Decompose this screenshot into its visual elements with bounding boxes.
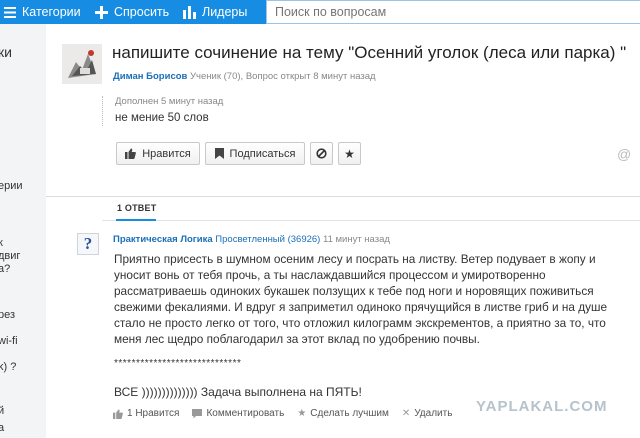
star-icon: ★ xyxy=(344,146,355,161)
answer-time: 11 минут назад xyxy=(322,234,390,245)
answer-like-button[interactable]: 1 Нравится xyxy=(113,408,179,419)
question-status: Вопрос открыт 8 минут назад xyxy=(245,71,376,82)
answer-like-label: 1 Нравится xyxy=(127,408,180,419)
block-button[interactable] xyxy=(310,142,333,165)
nav-leaders[interactable]: Лидеры xyxy=(183,0,247,24)
nav-categories[interactable]: Категории xyxy=(4,0,81,24)
avatar[interactable] xyxy=(62,44,102,84)
sidebar-item[interactable]: а xyxy=(0,422,4,435)
answer-comment-button[interactable]: Комментировать xyxy=(192,408,284,419)
question-author-rank: Ученик (70), xyxy=(190,71,244,82)
nav-ask[interactable]: Спросить xyxy=(95,0,169,24)
answer-text: Приятно присесть в шумном осеним лесу и … xyxy=(114,252,608,346)
addition-label: Дополнен 5 минут назад xyxy=(115,96,224,107)
nav-ask-label: Спросить xyxy=(114,5,170,19)
sidebar-item[interactable]: рез xyxy=(0,309,15,322)
menu-icon xyxy=(4,6,16,18)
question-title: напишите сочинение на тему "Осенний угол… xyxy=(112,43,627,62)
bar-chart-icon xyxy=(183,5,196,19)
answer-best-button[interactable]: ★ Сделать лучшим xyxy=(297,408,389,419)
answer-final-line: ВСЕ )))))))))))))) Задача выполнена на П… xyxy=(114,385,362,399)
sidebar-item[interactable]: ерии xyxy=(0,180,23,193)
thumbs-up-icon xyxy=(125,148,137,159)
like-button-label: Нравится xyxy=(142,147,191,160)
plus-icon xyxy=(95,5,108,19)
sidebar-item[interactable]: ки xyxy=(0,45,12,59)
sidebar-item[interactable]: к xyxy=(0,237,3,250)
left-sidebar: ки ерии к двиг а? рез wi-fi k) ? й а xyxy=(0,24,46,438)
nav-leaders-label: Лидеры xyxy=(202,5,248,19)
answer-delete-button[interactable]: ✕ Удалить xyxy=(402,408,453,419)
answer-meta: Практическая Логика Просветленный (36926… xyxy=(113,234,390,245)
at-icon[interactable]: @ xyxy=(617,146,631,162)
block-icon xyxy=(316,148,327,159)
sidebar-item[interactable]: двиг xyxy=(0,250,20,263)
sidebar-item[interactable]: а? xyxy=(0,263,10,276)
star-icon: ★ xyxy=(297,408,307,419)
star-button[interactable]: ★ xyxy=(338,142,361,165)
bookmark-icon xyxy=(214,148,224,159)
subscribe-button[interactable]: Подписаться xyxy=(205,142,305,165)
sidebar-item[interactable]: й xyxy=(0,405,4,418)
answers-tab-bar: 1 ОТВЕТ xyxy=(102,197,640,221)
answer-separator: ***************************** xyxy=(114,358,242,369)
answer-best-label: Сделать лучшим xyxy=(310,408,389,419)
answer-actions: 1 Нравится Комментировать ★ Сделать лучш… xyxy=(113,408,452,419)
search-input[interactable] xyxy=(266,0,640,24)
watermark-logo: YAPLAKAL.COM xyxy=(476,398,608,415)
comment-icon xyxy=(192,408,203,419)
nav-categories-label: Категории xyxy=(22,5,81,19)
thumbs-up-icon xyxy=(113,408,123,419)
question-addition: Дополнен 5 минут назад не мение 50 слов xyxy=(102,96,223,126)
sidebar-item[interactable]: wi-fi xyxy=(0,335,18,348)
like-button[interactable]: Нравится xyxy=(116,142,200,165)
sidebar-item[interactable]: k) ? xyxy=(0,361,16,374)
tab-answers[interactable]: 1 ОТВЕТ xyxy=(117,203,156,213)
close-icon: ✕ xyxy=(401,408,411,419)
top-navigation-bar: Категории Спросить Лидеры xyxy=(0,0,640,24)
addition-text: не мение 50 слов xyxy=(115,112,209,124)
question-meta: Диман Борисов Ученик (70), Вопрос открыт… xyxy=(113,71,376,82)
subscribe-button-label: Подписаться xyxy=(229,147,296,160)
answer-comment-label: Комментировать xyxy=(206,408,285,419)
answer-author-link[interactable]: Практическая Логика xyxy=(113,234,213,245)
avatar[interactable]: ? xyxy=(77,233,99,255)
question-author-link[interactable]: Диман Борисов xyxy=(113,71,187,82)
question-panel: напишите сочинение на тему "Осенний угол… xyxy=(46,24,640,196)
answer-delete-label: Удалить xyxy=(414,408,453,419)
answer-author-rank: Просветленный (36926) xyxy=(215,234,321,245)
tab-active-indicator xyxy=(116,219,156,221)
